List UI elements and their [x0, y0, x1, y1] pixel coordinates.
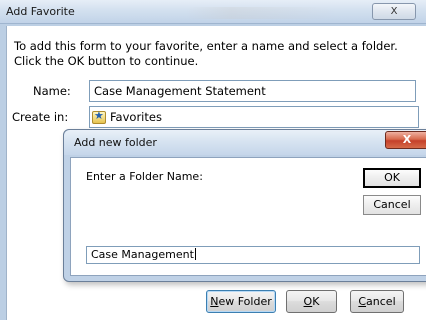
- background-ghost-text: [186, 7, 336, 19]
- folder-name-value: Case Management: [91, 248, 194, 261]
- create-in-folder-select[interactable]: Favorites: [89, 106, 419, 128]
- name-input[interactable]: [89, 80, 416, 102]
- folder-name-prompt: Enter a Folder Name:: [86, 170, 203, 183]
- add-favorite-window: Add Favorite X To add this form to your …: [0, 0, 426, 320]
- ok-label: K: [312, 295, 320, 308]
- create-in-label: Create in:: [12, 110, 69, 124]
- favorites-folder-icon: [92, 109, 106, 124]
- ok-button[interactable]: OK: [286, 290, 337, 313]
- name-label: Name:: [33, 84, 71, 98]
- instructions-text: To add this form to your favorite, enter…: [14, 39, 398, 68]
- create-in-value: Favorites: [110, 110, 162, 124]
- inner-dialog-title: Add new folder: [74, 136, 157, 149]
- window-title: Add Favorite: [6, 5, 75, 18]
- new-folder-label: ew Folder: [218, 295, 272, 308]
- add-new-folder-dialog: Add new folder X Enter a Folder Name: OK…: [63, 129, 426, 282]
- folder-name-input[interactable]: Case Management: [86, 246, 420, 264]
- close-icon: X: [390, 6, 398, 17]
- inner-title-bar: Add new folder X: [64, 130, 426, 155]
- ok-mnemonic: O: [303, 295, 313, 308]
- text-caret: [194, 248, 196, 260]
- close-icon: X: [402, 133, 412, 146]
- cancel-label: ancel: [366, 295, 396, 308]
- new-folder-button[interactable]: New Folder: [206, 290, 276, 313]
- inner-close-button[interactable]: X: [385, 131, 426, 149]
- inner-cancel-button[interactable]: Cancel: [363, 195, 421, 215]
- title-bar: Add Favorite X: [0, 0, 426, 24]
- cancel-mnemonic: C: [358, 295, 367, 308]
- cancel-button[interactable]: Cancel: [350, 290, 404, 313]
- close-button[interactable]: X: [372, 3, 416, 20]
- inner-dialog-body: Enter a Folder Name: OK Cancel Case Mana…: [70, 157, 426, 276]
- inner-ok-button[interactable]: OK: [363, 168, 421, 188]
